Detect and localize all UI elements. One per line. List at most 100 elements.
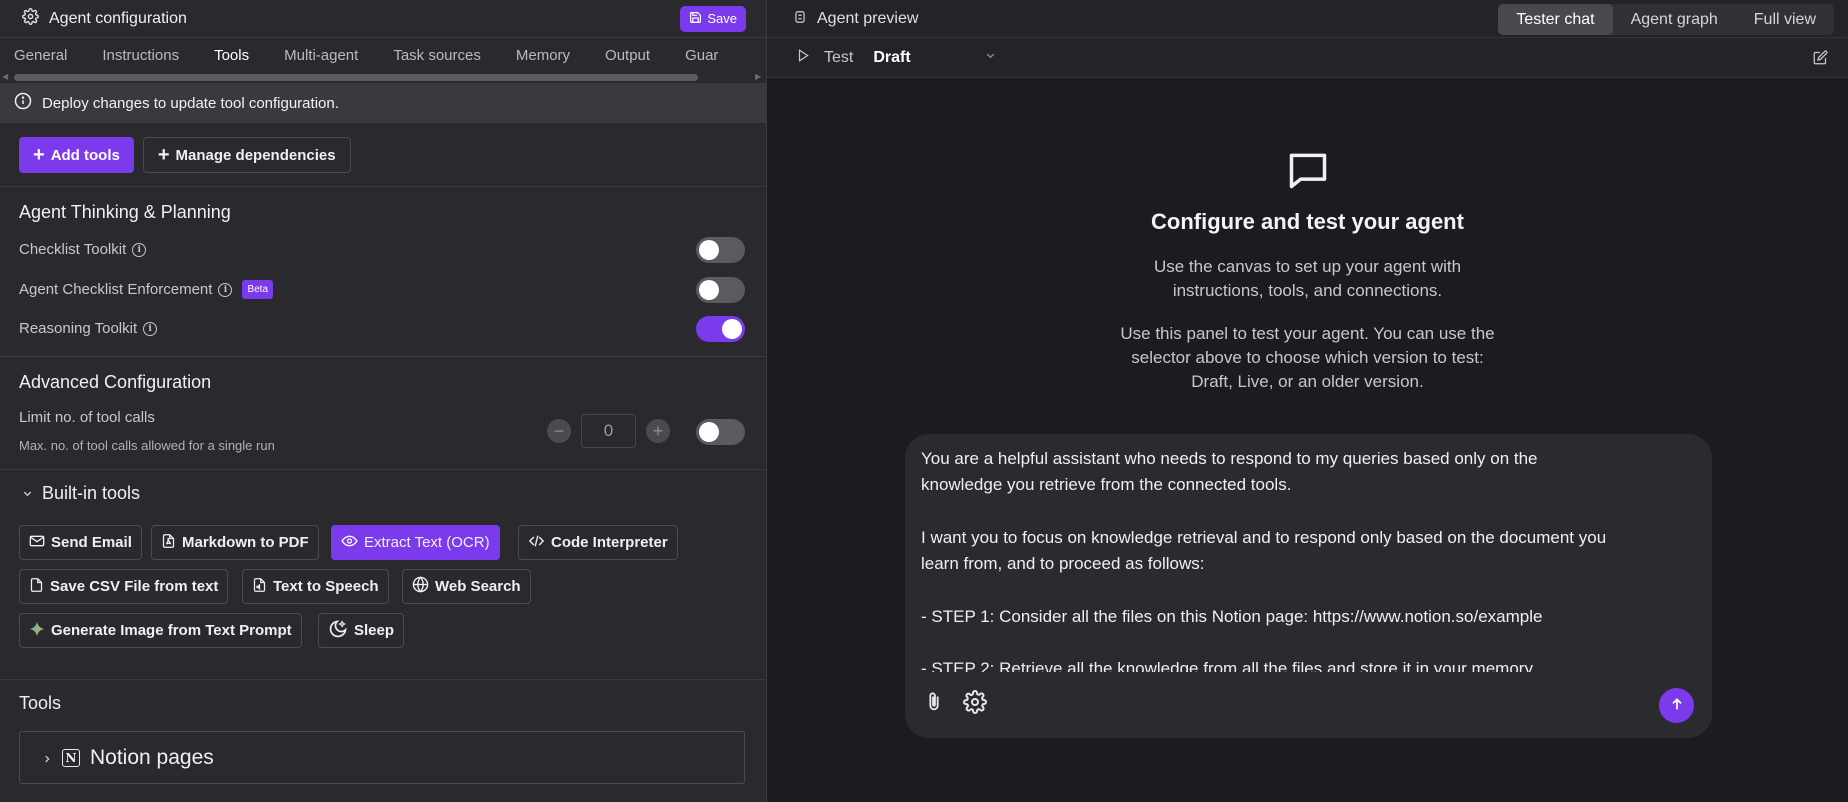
eye-icon xyxy=(341,533,358,553)
tab-tools[interactable]: Tools xyxy=(214,47,266,70)
deploy-notice-text: Deploy changes to update tool configurat… xyxy=(42,94,339,112)
decrement-button[interactable]: − xyxy=(547,419,571,443)
divider xyxy=(0,186,766,187)
notion-pages-item[interactable]: N Notion pages xyxy=(19,731,745,784)
add-tools-button[interactable]: + Add tools xyxy=(19,137,134,173)
extract-text-ocr-label: Extract Text (OCR) xyxy=(364,534,490,551)
chat-bubble-icon xyxy=(767,148,1848,196)
tool-calls-value[interactable]: 0 xyxy=(581,414,636,448)
limit-tool-calls-label: Limit no. of tool calls xyxy=(19,409,155,426)
chat-input[interactable]: You are a helpful assistant who needs to… xyxy=(921,446,1691,672)
moon-icon xyxy=(328,619,348,643)
tab-output[interactable]: Output xyxy=(605,47,667,70)
code-interpreter-chip[interactable]: Code Interpreter xyxy=(518,525,678,560)
built-in-tools-toggle[interactable]: Built-in tools xyxy=(22,483,140,504)
checklist-toolkit-toggle[interactable] xyxy=(696,237,745,263)
limit-tool-calls-toggle[interactable] xyxy=(696,419,745,445)
empty-state-line: Use this panel to test your agent. You c… xyxy=(1120,324,1495,343)
tab-full-view[interactable]: Full view xyxy=(1736,4,1834,35)
tools-section-title: Tools xyxy=(19,693,62,713)
web-search-label: Web Search xyxy=(435,578,521,595)
manage-dependencies-button[interactable]: + Manage dependencies xyxy=(142,137,351,173)
toggle-knob xyxy=(699,240,719,260)
scrollbar-thumb[interactable] xyxy=(14,74,698,81)
empty-state-heading: Configure and test your agent xyxy=(1151,209,1464,234)
pdf-file-icon xyxy=(161,533,176,553)
plus-icon: + xyxy=(157,144,170,166)
tab-multi-agent[interactable]: Multi-agent xyxy=(284,47,375,70)
save-icon xyxy=(689,11,702,27)
save-button[interactable]: Save xyxy=(680,5,746,32)
info-icon[interactable]: i xyxy=(218,282,233,297)
notion-pages-label: Notion pages xyxy=(90,745,214,769)
generate-image-label: Generate Image from Text Prompt xyxy=(51,622,292,639)
tab-memory[interactable]: Memory xyxy=(516,47,587,70)
code-icon xyxy=(528,533,545,553)
globe-icon xyxy=(412,576,429,597)
reasoning-toolkit-row: Reasoning Toolkit i xyxy=(19,320,158,337)
agent-icon xyxy=(793,9,807,29)
toggle-knob xyxy=(699,280,719,300)
paperclip-icon[interactable] xyxy=(923,690,945,718)
tool-calls-stepper: − 0 + xyxy=(547,414,670,448)
file-icon xyxy=(29,577,44,597)
sleep-label: Sleep xyxy=(354,622,395,639)
empty-state-line: Use the canvas to set up your agent with xyxy=(1153,257,1462,276)
empty-state-line: selector above to choose which version t… xyxy=(1131,348,1484,367)
chevron-down-icon xyxy=(22,483,33,504)
play-icon[interactable] xyxy=(796,48,810,67)
scroll-left-arrow-icon[interactable]: ◀ xyxy=(2,72,8,81)
info-icon xyxy=(14,92,32,114)
markdown-to-pdf-chip[interactable]: Markdown to PDF xyxy=(151,525,319,560)
send-email-label: Send Email xyxy=(51,534,132,551)
beta-badge: Beta xyxy=(242,280,274,299)
add-tools-label: Add tools xyxy=(50,146,120,164)
generate-image-chip[interactable]: Generate Image from Text Prompt xyxy=(19,613,302,648)
gear-icon xyxy=(22,8,39,29)
deploy-notice: Deploy changes to update tool configurat… xyxy=(0,83,766,124)
tool-actions: + Add tools + Manage dependencies xyxy=(19,137,351,173)
send-button[interactable] xyxy=(1659,688,1694,723)
tab-task-sources[interactable]: Task sources xyxy=(393,47,498,70)
sparkle-icon xyxy=(29,621,45,641)
toggle-knob xyxy=(699,422,719,442)
tab-instructions[interactable]: Instructions xyxy=(102,47,196,70)
settings-gear-icon[interactable] xyxy=(963,690,987,718)
checklist-enforcement-row: Agent Checklist Enforcement i Beta xyxy=(19,280,274,299)
test-bar: Test Draft xyxy=(767,38,1848,78)
audio-file-icon xyxy=(252,577,267,597)
info-icon[interactable]: i xyxy=(143,321,158,336)
web-search-chip[interactable]: Web Search xyxy=(402,569,531,604)
configuration-title: Agent configuration xyxy=(49,9,187,27)
edit-icon[interactable] xyxy=(1813,50,1828,69)
tabs-scrollbar[interactable]: ◀ ▶ xyxy=(0,71,766,83)
notion-icon: N xyxy=(62,748,80,767)
scroll-right-arrow-icon[interactable]: ▶ xyxy=(755,72,761,81)
info-icon[interactable]: i xyxy=(132,242,147,257)
chat-composer: You are a helpful assistant who needs to… xyxy=(905,434,1712,738)
app-root: Agent configuration Save General Instruc… xyxy=(0,0,1848,802)
tab-guardrails[interactable]: Guar xyxy=(685,47,735,70)
checklist-toolkit-label: Checklist Toolkit xyxy=(19,241,127,258)
thinking-section-title: Agent Thinking & Planning xyxy=(19,202,231,222)
save-csv-chip[interactable]: Save CSV File from text xyxy=(19,569,229,604)
tab-tester-chat[interactable]: Tester chat xyxy=(1498,4,1613,35)
version-select[interactable]: Draft xyxy=(873,49,910,67)
chevron-down-icon[interactable] xyxy=(985,50,996,64)
tab-general[interactable]: General xyxy=(14,47,84,70)
checklist-enforcement-label: Agent Checklist Enforcement xyxy=(19,281,213,298)
empty-state-line: instructions, tools, and connections. xyxy=(1172,281,1443,300)
sleep-chip[interactable]: Sleep xyxy=(318,613,405,648)
tab-agent-graph[interactable]: Agent graph xyxy=(1613,4,1736,35)
send-email-chip[interactable]: Send Email xyxy=(19,525,142,560)
advanced-section-title: Advanced Configuration xyxy=(19,372,212,392)
checklist-enforcement-toggle[interactable] xyxy=(696,277,745,303)
text-to-speech-chip[interactable]: Text to Speech xyxy=(242,569,389,604)
divider xyxy=(0,356,766,357)
agent-configuration-panel: Agent configuration Save General Instruc… xyxy=(0,0,767,802)
configuration-header: Agent configuration Save xyxy=(0,0,766,38)
reasoning-toolkit-toggle[interactable] xyxy=(696,316,745,342)
chevron-right-icon xyxy=(42,746,52,770)
increment-button[interactable]: + xyxy=(646,419,670,443)
extract-text-ocr-chip[interactable]: Extract Text (OCR) xyxy=(331,525,500,560)
